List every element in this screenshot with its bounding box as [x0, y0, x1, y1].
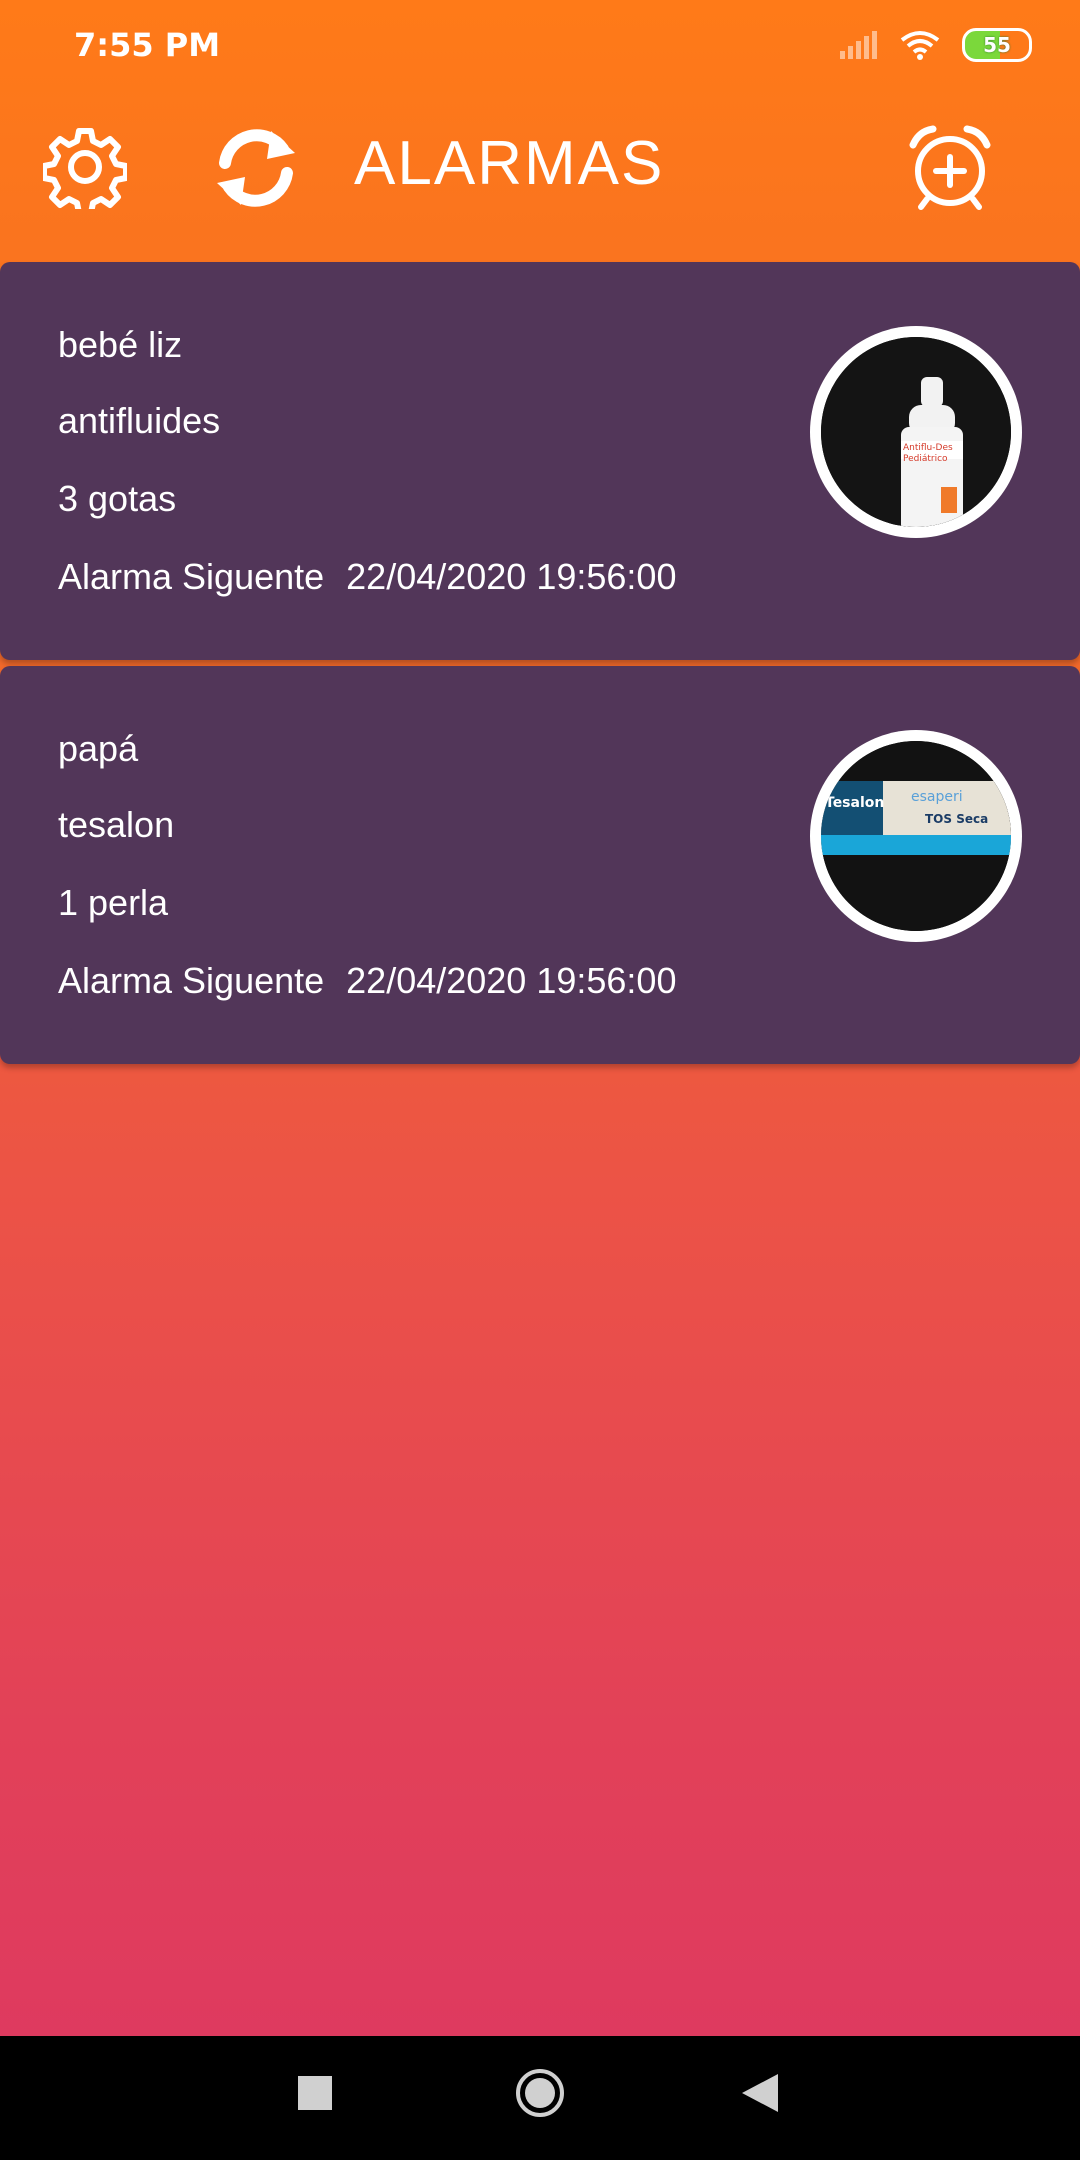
- bottle-label-2: Pediátrico: [903, 454, 948, 464]
- bottle-label-1: Antiflu-Des: [903, 443, 953, 453]
- refresh-icon: [217, 129, 295, 207]
- square-icon: [298, 2076, 332, 2110]
- add-alarm-button[interactable]: [902, 120, 998, 216]
- status-bar: 7:55 PM 55: [0, 0, 1080, 92]
- alarm-next-time: 22/04/2020 19:56:00: [346, 960, 677, 1001]
- gear-icon: [43, 128, 127, 209]
- wifi-icon: [900, 31, 940, 60]
- navigation-bar: [0, 2036, 1080, 2160]
- medicine-image: Tesalon esaperi TOS Seca: [810, 730, 1022, 942]
- box-label-2: esaperi: [911, 789, 963, 805]
- battery-icon: 55: [962, 28, 1032, 62]
- alarm-next-label: Alarma Siguente: [58, 556, 325, 597]
- back-button[interactable]: [725, 2058, 795, 2128]
- settings-button[interactable]: [40, 122, 130, 212]
- alarm-card[interactable]: papá tesalon 1 perla Alarma Siguente 22/…: [0, 666, 1080, 1064]
- alarm-medicine: antifluides: [58, 400, 221, 441]
- status-time: 7:55 PM: [74, 26, 221, 64]
- alarm-person: bebé liz: [58, 324, 183, 365]
- alarm-medicine: tesalon: [58, 804, 175, 845]
- status-icons: 55: [838, 28, 1032, 62]
- page-title: ALARMAS: [354, 129, 665, 198]
- alarm-dose: 3 gotas: [58, 478, 177, 519]
- medicine-image: Antiflu-Des Pediátrico: [810, 326, 1022, 538]
- alarm-dose: 1 perla: [58, 882, 169, 923]
- medicine-box-photo: Tesalon esaperi TOS Seca: [821, 741, 1011, 931]
- alarm-next: Alarma Siguente 22/04/2020 19:56:00: [58, 960, 676, 1002]
- alarm-card[interactable]: bebé liz antifluides 3 gotas Alarma Sigu…: [0, 262, 1080, 660]
- alarm-next-label: Alarma Siguente: [58, 960, 325, 1001]
- alarm-next-time: 22/04/2020 19:56:00: [346, 556, 677, 597]
- medicine-bottle-photo: Antiflu-Des Pediátrico: [821, 337, 1011, 527]
- alarm-next: Alarma Siguente 22/04/2020 19:56:00: [58, 556, 676, 598]
- signal-icon: [840, 31, 877, 59]
- box-label-1: Tesalon: [825, 795, 884, 811]
- back-triangle-icon: [742, 2074, 778, 2112]
- alarm-person: papá: [58, 728, 139, 769]
- refresh-button[interactable]: [208, 120, 304, 216]
- recents-button[interactable]: [280, 2058, 350, 2128]
- add-alarm-icon: [909, 125, 991, 210]
- battery-level: 55: [983, 33, 1011, 57]
- home-circle-icon: [516, 2069, 564, 2117]
- box-label-3: TOS Seca: [925, 812, 988, 826]
- home-button[interactable]: [505, 2058, 575, 2128]
